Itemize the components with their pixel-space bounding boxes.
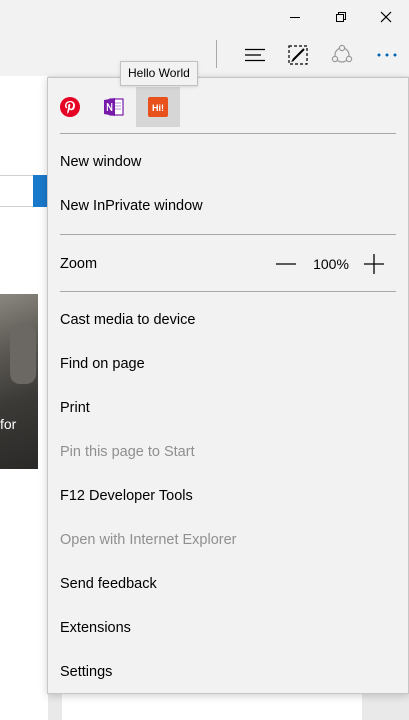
menu-item-open-with-ie: Open with Internet Explorer <box>60 532 237 548</box>
zoom-in-button[interactable] <box>359 249 389 279</box>
page-search-input[interactable] <box>0 175 34 207</box>
menu-divider <box>60 234 396 235</box>
web-note-button[interactable] <box>276 33 320 76</box>
menu-item-find-on-page[interactable]: Find on page <box>48 342 408 386</box>
more-button[interactable] <box>365 33 409 76</box>
menu-item-developer-tools[interactable]: F12 Developer Tools <box>48 474 408 518</box>
page-hero-caption: for <box>0 416 17 432</box>
share-button[interactable] <box>320 33 364 76</box>
menu-item-print[interactable]: Print <box>48 386 408 430</box>
pinterest-icon <box>60 97 80 117</box>
browser-toolbar <box>0 33 409 76</box>
menu-item-cast-media[interactable]: Cast media to device <box>48 298 408 342</box>
menu-item-pin-to-start: Pin this page to Start <box>60 444 195 460</box>
extension-hello-world-button[interactable]: Hi! <box>136 87 180 127</box>
zoom-label: Zoom <box>60 256 98 272</box>
extensions-row: Hi! <box>48 78 408 134</box>
restore-icon <box>336 11 346 22</box>
menu-item-send-feedback[interactable]: Send feedback <box>48 562 408 606</box>
extension-pinterest-button[interactable] <box>48 87 92 127</box>
page-hero-image[interactable] <box>0 294 38 469</box>
onenote-icon <box>104 98 124 116</box>
web-note-icon <box>288 44 308 65</box>
page-search-button[interactable] <box>33 175 48 207</box>
more-icon <box>377 53 397 56</box>
zoom-row: Zoom 100% <box>48 242 408 286</box>
extension-onenote-button[interactable] <box>92 87 136 127</box>
settings-and-more-menu: Hi! New window New InPrivate window Zoom… <box>47 77 409 694</box>
menu-divider <box>60 133 396 134</box>
title-bar <box>0 0 409 33</box>
menu-divider <box>60 291 396 292</box>
hub-icon <box>245 48 265 61</box>
share-icon <box>331 44 353 63</box>
menu-item-settings[interactable]: Settings <box>48 650 408 694</box>
menu-item-new-inprivate-window[interactable]: New InPrivate window <box>48 184 408 228</box>
page-card <box>62 690 362 720</box>
zoom-out-button[interactable] <box>271 249 301 279</box>
zoom-level: 100% <box>313 256 349 272</box>
hello-world-icon: Hi! <box>148 97 168 117</box>
close-button[interactable] <box>363 0 409 33</box>
plus-icon <box>364 254 384 274</box>
hub-button[interactable] <box>233 33 277 76</box>
svg-text:Hi!: Hi! <box>152 103 164 113</box>
extension-tooltip: Hello World <box>120 61 198 86</box>
menu-item-new-window[interactable]: New window <box>48 140 408 184</box>
minimize-button[interactable] <box>272 0 318 33</box>
minimize-icon <box>290 16 300 18</box>
close-icon <box>380 11 392 22</box>
menu-item-extensions[interactable]: Extensions <box>48 606 408 650</box>
toolbar-separator <box>216 40 217 68</box>
minus-icon <box>276 263 296 265</box>
restore-button[interactable] <box>318 0 364 33</box>
